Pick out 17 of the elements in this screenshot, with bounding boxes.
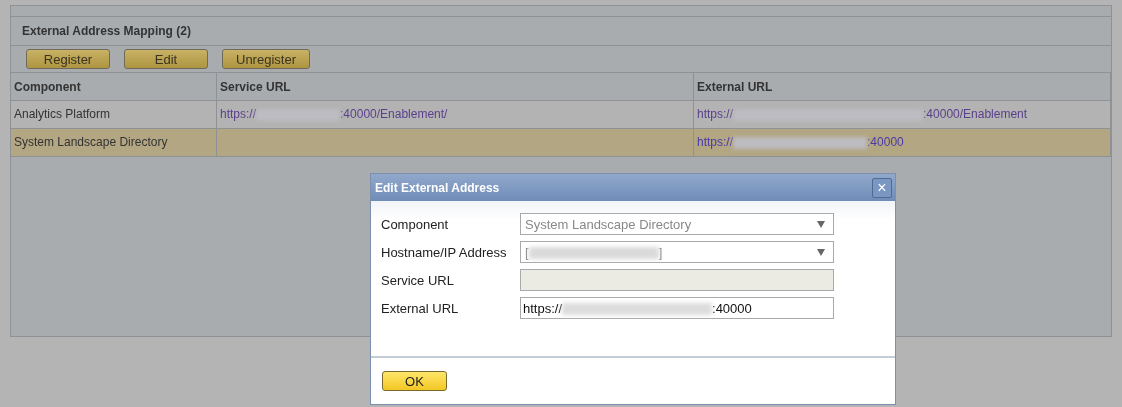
table-cell: System Landscape Directory bbox=[11, 129, 217, 157]
caret-icon bbox=[817, 249, 825, 256]
table-cell: Analytics Platform bbox=[11, 101, 217, 129]
toolbar-button[interactable]: Unregister bbox=[222, 49, 310, 69]
dialog-title: Edit External Address bbox=[375, 180, 500, 195]
ok-button[interactable]: OK bbox=[382, 371, 447, 391]
toolbar-button[interactable]: Edit bbox=[124, 49, 208, 69]
field-label: Component bbox=[381, 216, 450, 232]
input-field[interactable]: https:// :40000 bbox=[520, 297, 834, 319]
field-label: Hostname/IP Address bbox=[381, 244, 508, 260]
caret-icon bbox=[817, 221, 825, 228]
url-link[interactable]: https:// :40000/Enablement/ bbox=[220, 107, 448, 121]
field-label: Service URL bbox=[381, 272, 455, 288]
toolbar-button[interactable]: Register bbox=[26, 49, 110, 69]
field-label: External URL bbox=[381, 300, 460, 316]
panel-title: External Address Mapping (2) bbox=[11, 16, 1111, 46]
close-button[interactable]: × bbox=[872, 177, 892, 198]
